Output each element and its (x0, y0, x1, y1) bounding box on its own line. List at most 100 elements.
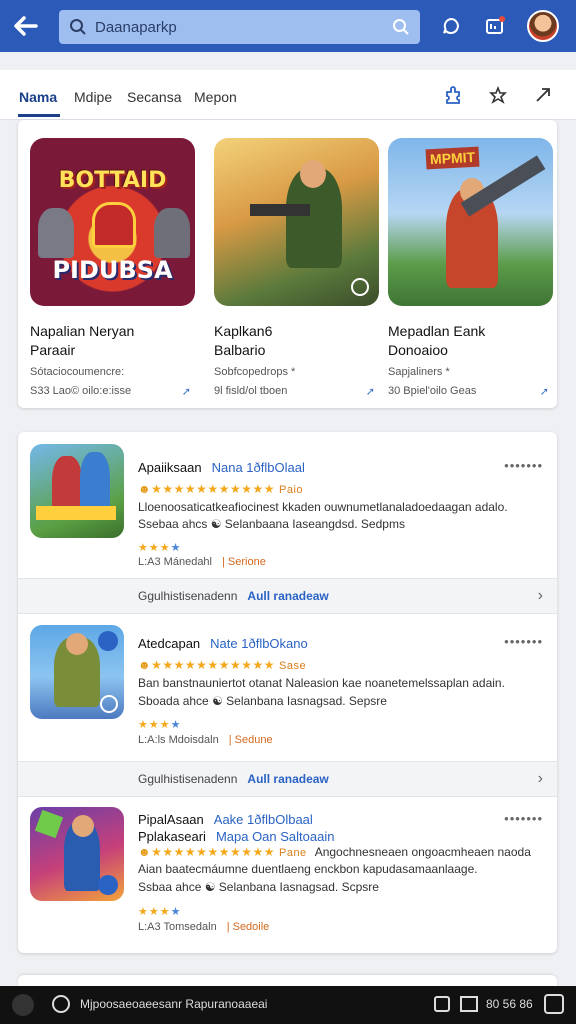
badge-icon (98, 875, 118, 895)
developer-link[interactable]: Aake 1ðflbOlbaal (214, 812, 313, 827)
developer-link[interactable]: Nate 1ðflbOkano (210, 636, 308, 651)
app-title: Mepadlan Eank Donoaioo (388, 323, 486, 358)
rating-stars: ☻★★★★★★★★★★★ Pane Angochnesneaen ongoacmhe… (138, 845, 531, 859)
app-title: Kaplkan6 Balbario (214, 323, 273, 358)
expand-label: Ggulhistisenadenn Aull ranadeaw (138, 772, 329, 786)
screen-icon[interactable] (460, 996, 478, 1012)
review-footer: L:A:ls Mdoisdaln | Sedune (138, 734, 273, 746)
badge-icon (100, 695, 118, 713)
weapon-art (250, 204, 310, 216)
bottom-bar-text: Mjpoosaeoaeesanr Rapuranoaaeai (80, 997, 268, 1011)
mini-rating: ★★★★ (138, 542, 182, 554)
clock-icon (52, 995, 70, 1013)
tab-nama[interactable]: Nama (19, 89, 57, 105)
character-art (38, 208, 74, 258)
status-tag: | Sedoile (226, 921, 270, 933)
mini-rating: ★★★★ (138, 719, 182, 731)
rating-stars: ☻★★★★★★★★★★★ Paio (138, 482, 304, 496)
tab-secansa[interactable]: Secansa (127, 89, 181, 105)
app-logo-text: BOTTAID (58, 168, 167, 193)
smile-icon: ☻ (138, 482, 152, 496)
character-art (300, 160, 326, 188)
chevron-right-icon: › (537, 770, 543, 787)
more-options-button[interactable]: ••••••• (504, 634, 543, 649)
app-logo-text: PIDUBSA (52, 256, 173, 284)
character-art (66, 633, 88, 655)
chat-icon[interactable] (439, 14, 463, 38)
badge-icon (98, 631, 118, 651)
app-name[interactable]: Apaiiksaan Nana 1ðflbOlaal (138, 460, 305, 475)
review-text: Ban banstnauniertot otanat Naleasion kae… (138, 676, 505, 690)
search-icon (70, 19, 86, 35)
share-icon[interactable]: ➚ (366, 385, 375, 398)
window-icon[interactable] (434, 996, 450, 1012)
app-logo-text: MPMIT (425, 146, 480, 170)
app-meta: S33 Lao© oilo:e:isse ➚ (30, 385, 191, 398)
app-thumbnail[interactable] (214, 138, 379, 306)
review-text: Angochnesneaen ongoacmheaen naoda (314, 845, 531, 859)
search-submit-icon[interactable] (392, 18, 410, 36)
app-subtitle: Sótaciocoumencre: (30, 366, 125, 378)
app-icon[interactable] (12, 994, 34, 1016)
share-icon[interactable]: ➚ (540, 385, 549, 398)
tab-mdipe[interactable]: Mdipe (74, 89, 112, 105)
smile-icon: ☻ (138, 658, 152, 672)
more-options-button[interactable]: ••••••• (504, 811, 543, 826)
chevron-right-icon: › (537, 587, 543, 604)
status-tag: | Sedune (228, 734, 273, 746)
smile-icon: ☻ (138, 845, 152, 859)
search-field[interactable]: Daanaparkp (59, 10, 420, 44)
arrow-left-icon (14, 16, 38, 36)
app-title: Napalian Neryan Paraair (30, 323, 135, 358)
app-name[interactable]: Atedcapan Nate 1ðflbOkano (138, 636, 308, 651)
tab-bar: Nama Mdipe Secansa Mepon (0, 70, 576, 120)
notifications-icon[interactable] (483, 14, 507, 38)
share-icon[interactable] (532, 84, 554, 106)
app-name[interactable]: PipalAsaan Aake 1ðflbOlbaal Pplakaseari Map… (138, 811, 334, 845)
chat-icon[interactable] (544, 994, 564, 1014)
review-meta: Ssbaa ahce ☯ Selanbana Iasnagsad. Scpsre (138, 880, 379, 894)
expand-reviews-row[interactable]: Ggulhistisenadenn Aull ranadeaw › (18, 578, 557, 614)
app-logo-text (36, 506, 116, 520)
counter-text: 80 56 86 (486, 997, 533, 1011)
search-input[interactable]: Daanaparkp (95, 19, 392, 36)
review-footer: L:A3 Mánedahl | Serione (138, 556, 266, 568)
review-text: Lloenoosaticatkeafiocinest kkaden ouwnum… (138, 500, 508, 514)
item-art (34, 809, 64, 839)
back-button[interactable] (0, 0, 52, 52)
app-subtitle: Sapjaliners * (388, 366, 450, 378)
app-thumbnail[interactable] (30, 625, 124, 719)
featured-app-2[interactable]: Kaplkan6 Balbario Sobfcopedrops * 9l fisl… (214, 138, 379, 398)
app-thumbnail[interactable] (30, 807, 124, 901)
top-app-bar: Daanaparkp (0, 0, 576, 52)
mini-rating: ★★★★ (138, 906, 182, 918)
all-reviews-link[interactable]: Aull ranadeaw (247, 772, 328, 786)
status-tag: | Serione (222, 556, 266, 568)
rating-stars: ☻★★★★★★★★★★★ Sase (138, 658, 307, 672)
character-art (154, 208, 190, 258)
featured-app-3[interactable]: MPMIT Mepadlan Eank Donoaioo Sapjaliners … (388, 138, 553, 398)
expand-reviews-row[interactable]: Ggulhistisenadenn Aull ranadeaw › (18, 761, 557, 797)
favorite-icon[interactable] (487, 84, 509, 106)
tab-mepon[interactable]: Mepon (194, 89, 237, 105)
character-art (92, 202, 136, 248)
all-reviews-link[interactable]: Aull ranadeaw (247, 589, 328, 603)
app-thumbnail[interactable]: MPMIT (388, 138, 553, 306)
app-thumbnail[interactable] (30, 444, 124, 538)
developer-link[interactable]: Nana 1ðflbOlaal (212, 460, 305, 475)
more-options-button[interactable]: ••••••• (504, 458, 543, 473)
expand-label: Ggulhistisenadenn Aull ranadeaw (138, 589, 329, 603)
active-tab-indicator (18, 114, 60, 117)
app-meta: 30 Bpiel'oilo Geas ➚ (388, 385, 549, 398)
app-thumbnail[interactable]: BOTTAID PIDUBSA (30, 138, 195, 306)
review-list: Apaiiksaan Nana 1ðflbOlaal ••••••• ☻★★★★★… (18, 432, 557, 953)
app-meta: 9l fisld/ol tboen ➚ (214, 385, 375, 398)
share-icon[interactable]: ➚ (182, 385, 191, 398)
app-subtitle: Sobfcopedrops * (214, 366, 296, 378)
review-meta: Sboada ahce ☯ Selanbana Iasnagsad. Sepsr… (138, 694, 387, 708)
avatar[interactable] (527, 10, 559, 42)
featured-app-1[interactable]: BOTTAID PIDUBSA Napalian Neryan Paraair S… (30, 138, 195, 398)
character-art (72, 815, 94, 837)
developer-link[interactable]: Mapa Oan Saltoaain (216, 829, 335, 844)
puzzle-icon[interactable] (442, 84, 464, 106)
